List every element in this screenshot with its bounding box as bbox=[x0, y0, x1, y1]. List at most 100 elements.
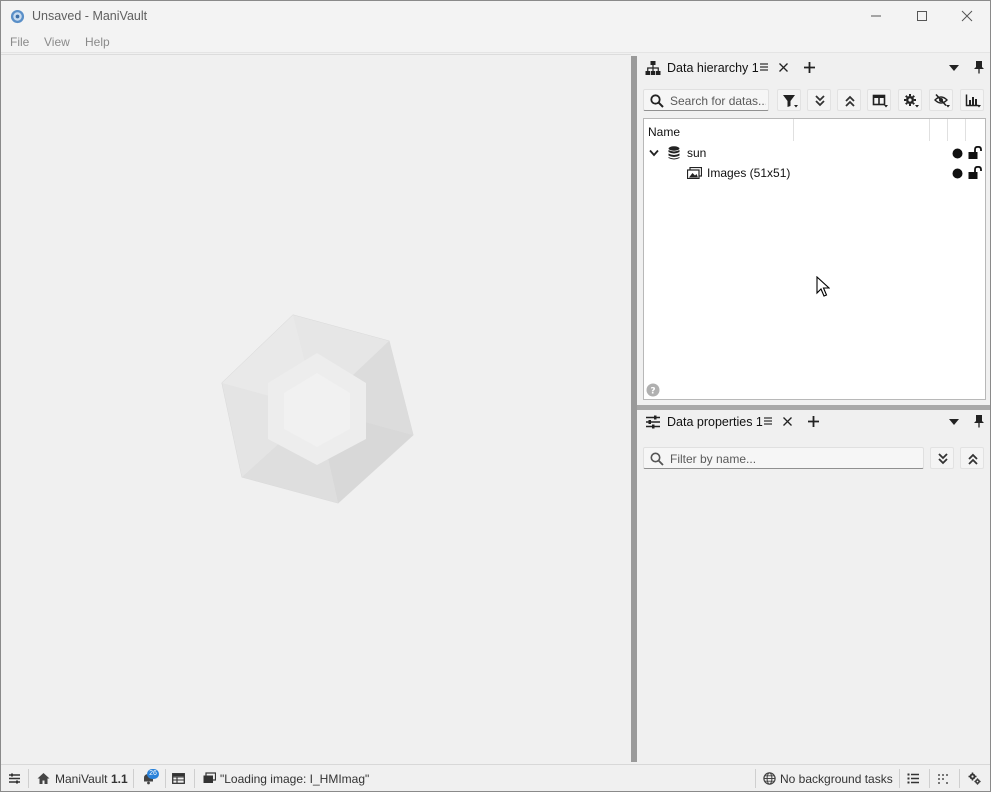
data-hierarchy-tabbar: Data hierarchy 1 bbox=[637, 56, 990, 80]
settings-button[interactable] bbox=[898, 89, 922, 111]
task-list-icon[interactable] bbox=[907, 772, 920, 785]
filter-icon bbox=[783, 95, 798, 108]
sitemap-icon bbox=[645, 61, 661, 75]
eye-slash-icon bbox=[934, 93, 950, 108]
status-separator bbox=[165, 769, 166, 788]
central-viewport bbox=[1, 54, 631, 762]
double-chevron-down-icon bbox=[938, 453, 948, 465]
maximize-icon bbox=[917, 11, 927, 21]
data-properties-panel: Data properties 1 bbox=[637, 410, 990, 762]
status-bar: ManiVault 1.1 26 "Loading image: I_HMIma… bbox=[1, 764, 990, 791]
sliders-icon bbox=[646, 415, 660, 429]
chevron-down-icon[interactable] bbox=[649, 149, 659, 157]
statistics-button[interactable] bbox=[960, 89, 984, 111]
expand-all-button[interactable] bbox=[807, 89, 831, 111]
close-tab-icon[interactable] bbox=[782, 416, 793, 427]
double-chevron-up-icon bbox=[845, 95, 855, 107]
menu-file[interactable]: File bbox=[10, 35, 29, 49]
grid-dots-icon[interactable] bbox=[937, 772, 950, 785]
double-chevron-down-icon bbox=[815, 95, 825, 107]
unlock-icon[interactable] bbox=[968, 146, 982, 159]
database-icon bbox=[668, 146, 680, 160]
status-separator bbox=[899, 769, 900, 788]
chevron-down-icon[interactable] bbox=[949, 418, 959, 426]
double-chevron-up-icon bbox=[968, 453, 978, 465]
close-window-button[interactable] bbox=[944, 1, 990, 32]
data-properties-tabbar: Data properties 1 bbox=[637, 410, 990, 434]
hamburger-menu-icon[interactable] bbox=[758, 61, 770, 73]
pin-icon[interactable] bbox=[973, 60, 985, 74]
minimize-button[interactable] bbox=[853, 1, 899, 32]
unlock-icon[interactable] bbox=[968, 166, 982, 179]
add-tab-icon[interactable] bbox=[803, 61, 816, 74]
dataset-search-input[interactable] bbox=[670, 92, 766, 109]
help-icon[interactable]: ? bbox=[646, 383, 660, 397]
maximize-button[interactable] bbox=[899, 1, 945, 32]
images-icon bbox=[203, 772, 216, 783]
search-icon bbox=[650, 94, 664, 108]
status-separator bbox=[929, 769, 930, 788]
settings-gears-icon[interactable] bbox=[968, 772, 981, 785]
loading-status-text: "Loading image: I_HMImag" bbox=[220, 772, 370, 786]
column-divider[interactable] bbox=[965, 119, 966, 141]
columns-button[interactable] bbox=[867, 89, 891, 111]
column-divider[interactable] bbox=[793, 119, 794, 141]
status-separator bbox=[194, 769, 195, 788]
expand-all-button[interactable] bbox=[930, 447, 954, 469]
home-icon bbox=[37, 773, 50, 784]
window-title: Unsaved - ManiVault bbox=[32, 9, 148, 23]
menu-help[interactable]: Help bbox=[85, 35, 110, 49]
dataset-search-box[interactable] bbox=[643, 89, 769, 111]
tree-row-label: Images (51x51) bbox=[707, 166, 791, 180]
status-separator bbox=[28, 769, 29, 788]
filter-button[interactable] bbox=[777, 89, 801, 111]
close-tab-icon[interactable] bbox=[778, 62, 789, 73]
data-hierarchy-tree[interactable]: Name sun Images (51x51) ? bbox=[643, 118, 986, 400]
table-icon[interactable] bbox=[172, 772, 185, 785]
gear-icon bbox=[904, 94, 919, 108]
column-header-name[interactable]: Name bbox=[648, 125, 680, 139]
menu-view[interactable]: View bbox=[44, 35, 70, 49]
notification-count-badge: 26 bbox=[147, 769, 159, 779]
search-icon bbox=[650, 452, 664, 466]
tab-label-data-properties: Data properties 1 bbox=[667, 415, 763, 429]
visibility-dot-icon[interactable] bbox=[952, 148, 963, 159]
property-filter-box[interactable] bbox=[643, 447, 924, 469]
minimize-icon bbox=[871, 15, 881, 17]
pin-icon[interactable] bbox=[973, 414, 985, 428]
tab-label-data-hierarchy: Data hierarchy 1 bbox=[667, 61, 759, 75]
app-version-label: 1.1 bbox=[111, 772, 128, 786]
manivault-logo-icon bbox=[10, 9, 25, 24]
column-divider[interactable] bbox=[929, 119, 930, 141]
visibility-button[interactable] bbox=[929, 89, 953, 111]
tree-row-images[interactable]: Images (51x51) bbox=[644, 163, 985, 183]
manivault-watermark-logo bbox=[221, 314, 414, 504]
hamburger-menu-icon[interactable] bbox=[762, 415, 774, 427]
globe-icon bbox=[763, 772, 776, 785]
app-name-label: ManiVault bbox=[55, 772, 108, 786]
status-separator bbox=[133, 769, 134, 788]
add-tab-icon[interactable] bbox=[807, 415, 820, 428]
status-separator bbox=[959, 769, 960, 788]
data-hierarchy-panel: Data hierarchy 1 Search for datas... Nam… bbox=[637, 56, 990, 405]
menu-bar: File View Help bbox=[1, 32, 990, 53]
column-divider[interactable] bbox=[947, 119, 948, 141]
tree-header: Name bbox=[644, 119, 985, 143]
chevron-down-icon[interactable] bbox=[949, 64, 959, 72]
property-filter-input[interactable] bbox=[670, 450, 920, 467]
main-window: Unsaved - ManiVault File View Help Data … bbox=[0, 0, 991, 792]
svg-text:?: ? bbox=[650, 387, 655, 397]
status-separator bbox=[755, 769, 756, 788]
mouse-cursor-icon bbox=[816, 276, 830, 297]
toggle-panels-icon[interactable] bbox=[8, 772, 21, 785]
columns-icon bbox=[872, 94, 888, 108]
background-tasks-text[interactable]: No background tasks bbox=[780, 772, 893, 786]
close-icon bbox=[961, 10, 973, 22]
tree-row-sun[interactable]: sun bbox=[644, 143, 985, 163]
chart-icon bbox=[965, 94, 981, 108]
images-icon bbox=[687, 167, 702, 179]
collapse-all-button[interactable] bbox=[837, 89, 861, 111]
title-bar[interactable]: Unsaved - ManiVault bbox=[1, 1, 990, 32]
collapse-all-button[interactable] bbox=[960, 447, 984, 469]
visibility-dot-icon[interactable] bbox=[952, 168, 963, 179]
